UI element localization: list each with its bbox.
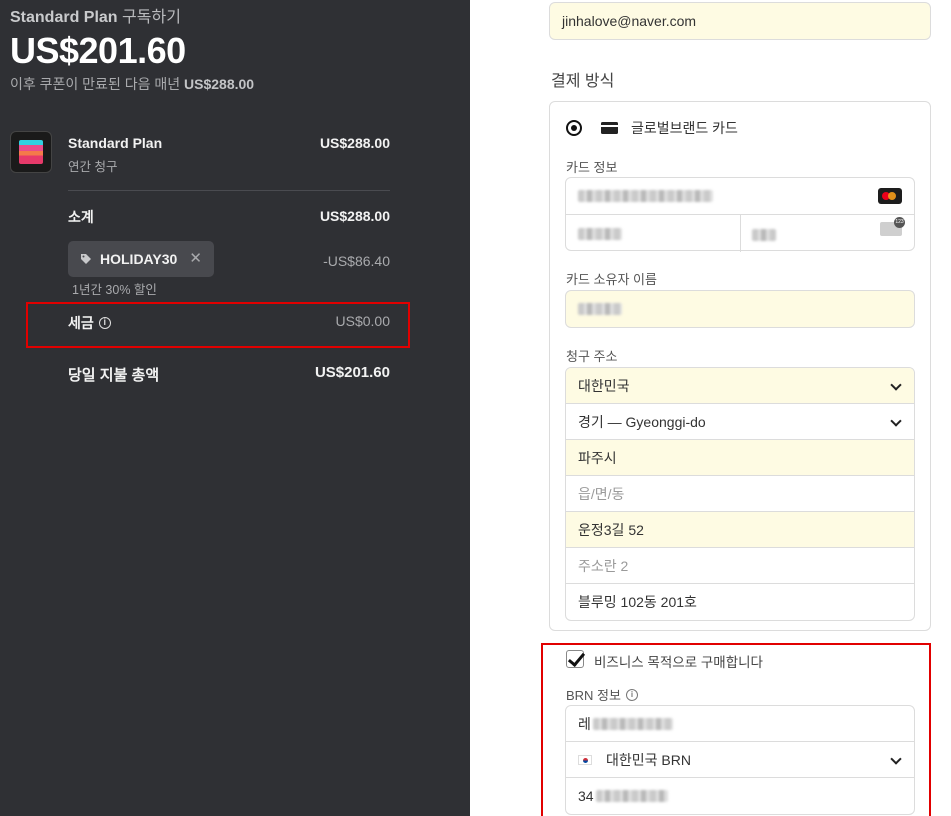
order-summary-panel: Standard Plan 구독하기 US$201.60 이후 쿠폰이 만료된 … (0, 0, 470, 816)
cvc-icon (880, 217, 905, 236)
payment-method-title: 결제 방식 (551, 73, 615, 90)
address-line1-input[interactable]: 운정3길 52 (566, 512, 914, 548)
coupon-chip: HOLIDAY30 ✕ (68, 241, 214, 277)
brn-type-select[interactable]: 대한민국 BRN (566, 742, 914, 778)
info-icon[interactable]: i (625, 688, 638, 701)
tax-label: 세금 i (68, 313, 111, 333)
discount-value: -US$86.40 (323, 253, 390, 269)
korea-flag-icon (578, 754, 592, 765)
email-field[interactable]: jinhalove@naver.com (549, 2, 931, 40)
country-select[interactable]: 대한민국 (566, 368, 914, 404)
billing-address-label: 청구 주소 (566, 349, 618, 364)
card-number-input[interactable] (578, 190, 713, 202)
province-select[interactable]: 경기 — Gyeonggi-do (566, 404, 914, 440)
tag-icon (81, 254, 91, 264)
chevron-down-icon (890, 415, 902, 427)
business-checkbox-label: 비즈니스 목적으로 구매합니다 (594, 655, 763, 670)
card-info-group (565, 177, 915, 252)
subscribe-heading: Standard Plan 구독하기 (10, 9, 181, 26)
total-label: 당일 지불 총액 (68, 367, 160, 384)
line-item-name: Standard Plan (68, 135, 163, 151)
brn-name-input[interactable]: 레 (566, 706, 914, 742)
line-item-price: US$288.00 (319, 135, 390, 151)
address-line3-input[interactable]: 블루밍 102동 201호 (566, 584, 914, 620)
city-input[interactable]: 파주시 (566, 440, 914, 476)
subtotal-value: US$288.00 (319, 208, 390, 224)
price-today: US$201.60 (10, 30, 186, 71)
chevron-down-icon (890, 379, 902, 391)
subtotal-label: 소계 (68, 209, 94, 225)
mastercard-icon (878, 188, 902, 204)
credit-card-icon (601, 122, 618, 134)
brn-number-input[interactable]: 34 (566, 778, 914, 814)
renewal-note: 이후 쿠폰이 만료된 다음 매년 US$288.00 (10, 76, 255, 92)
remove-coupon-icon[interactable]: ✕ (189, 249, 202, 267)
card-radio[interactable] (566, 120, 582, 136)
chevron-down-icon (890, 753, 902, 765)
card-holder-label: 카드 소유자 이름 (566, 272, 657, 287)
brn-group: 레 대한민국 BRN 34 (565, 705, 915, 815)
card-info-label: 카드 정보 (566, 160, 618, 175)
coupon-note: 1년간 30% 할인 (72, 283, 157, 297)
address-line2-input[interactable]: 주소란 2 (566, 548, 914, 584)
line-item-billing: 연간 청구 (68, 160, 118, 174)
info-icon[interactable]: i (98, 317, 111, 329)
billing-address-group: 대한민국 경기 — Gyeonggi-do 파주시 읍/면/동 운정3길 52 … (565, 367, 915, 621)
tax-value: US$0.00 (335, 313, 390, 329)
card-expiry-input[interactable] (578, 228, 622, 240)
total-value: US$201.60 (314, 364, 390, 381)
coupon-code: HOLIDAY30 (100, 251, 178, 267)
divider (68, 190, 390, 191)
card-cvc-input[interactable] (752, 229, 776, 241)
plan-thumbnail (10, 131, 52, 173)
business-checkbox[interactable] (566, 650, 584, 668)
card-type-label: 글로벌브랜드 카드 (631, 120, 738, 136)
brn-label: BRN 정보 i (566, 685, 638, 704)
card-holder-input[interactable] (565, 290, 915, 328)
district-input[interactable]: 읍/면/동 (566, 476, 914, 512)
